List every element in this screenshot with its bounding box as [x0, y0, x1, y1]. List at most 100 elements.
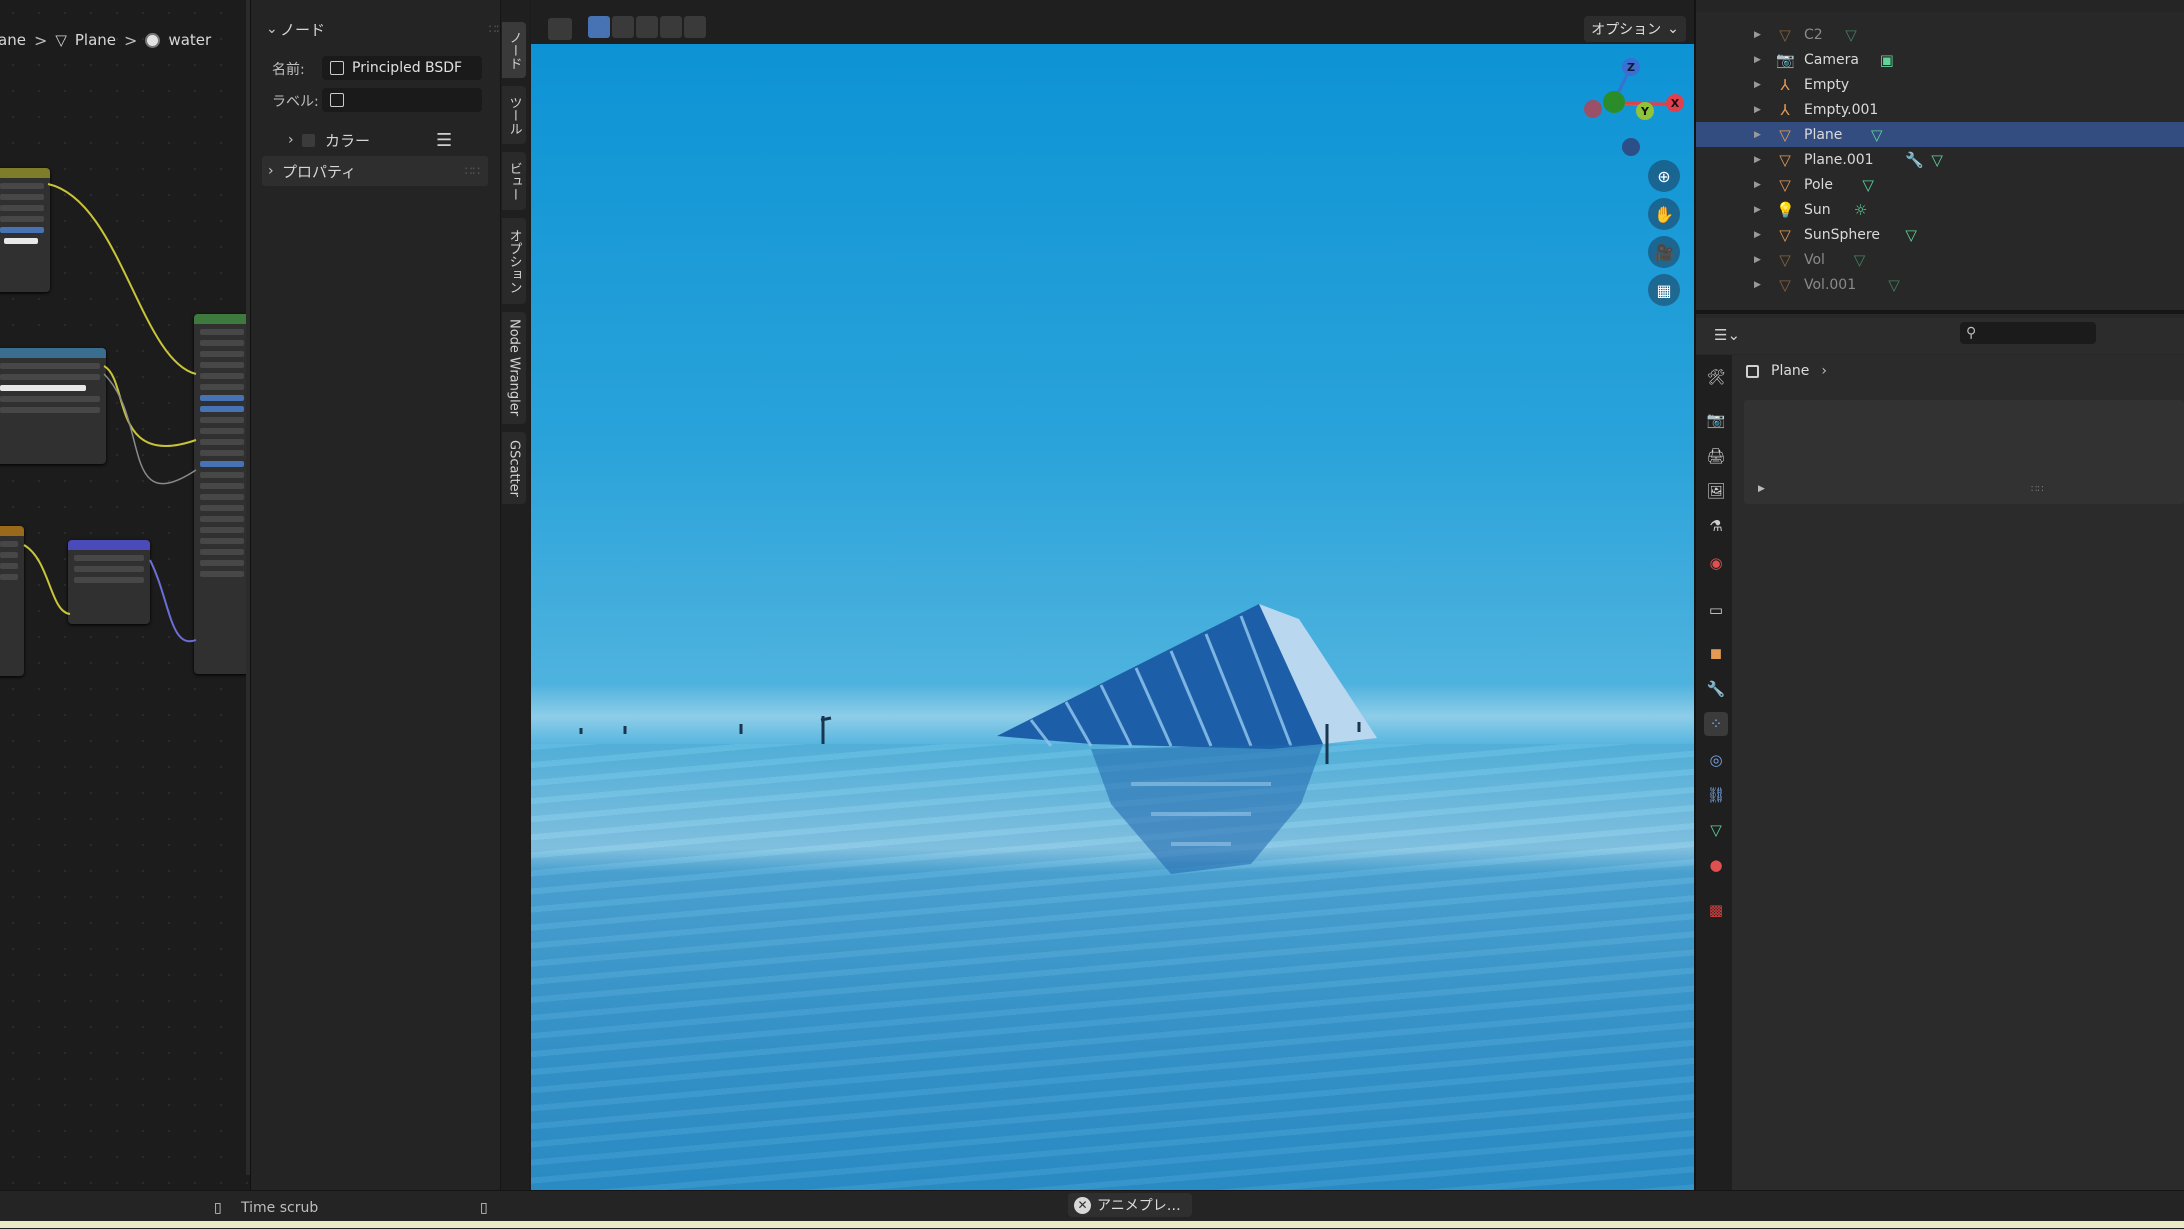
node-editor[interactable]: ane > ▽ Plane > water	[0, 0, 250, 1190]
select-extend-icon[interactable]	[612, 16, 634, 38]
sun-light-data-icon[interactable]: ☼	[1854, 201, 1867, 219]
chevron-right-icon: ›	[1821, 363, 1828, 379]
outliner-item-label: Empty	[1804, 76, 1850, 93]
mesh-data-icon[interactable]: ▽	[1845, 26, 1857, 44]
expand-triangle-icon[interactable]: ▶	[1754, 255, 1761, 265]
expand-triangle-icon[interactable]: ▶	[1754, 55, 1761, 65]
physics-icon[interactable]: ◎	[1704, 748, 1728, 772]
collection-icon[interactable]: ▭	[1704, 598, 1728, 622]
editor-type-icon[interactable]: ☰⌄	[1714, 326, 1740, 344]
viewport-render[interactable]	[531, 44, 1694, 1194]
outliner-item-label: SunSphere	[1804, 226, 1880, 243]
expand-triangle-icon[interactable]: ▶	[1754, 230, 1761, 240]
outliner-item[interactable]: ▶ ▽ Vol.001 ▽	[1696, 272, 2184, 297]
select-new-icon[interactable]	[588, 16, 610, 38]
chevron-right-icon: ›	[268, 163, 274, 179]
select-intersect-icon[interactable]	[684, 16, 706, 38]
tab-view[interactable]: ビュー	[502, 152, 526, 210]
expand-triangle-icon[interactable]: ▶	[1754, 105, 1761, 115]
texture-icon[interactable]: ▩	[1704, 898, 1728, 922]
gizmo-z-axis[interactable]: Z	[1622, 58, 1640, 76]
ortho-grid-icon[interactable]: ▦	[1648, 274, 1680, 306]
material-icon[interactable]: ●	[1704, 853, 1728, 877]
outliner-item[interactable]: ▶ ▽ C2 ▽	[1696, 22, 2184, 47]
outliner-item[interactable]: ▶ ▽ Pole ▽	[1696, 172, 2184, 197]
node-label-field[interactable]	[322, 88, 482, 112]
expand-triangle-icon[interactable]: ▶	[1754, 80, 1761, 90]
gizmo-neg-x-axis[interactable]	[1584, 100, 1602, 118]
constraints-icon[interactable]: ⛓	[1704, 783, 1728, 807]
mesh-data-icon[interactable]: ▽	[1854, 251, 1866, 269]
render-icon[interactable]: 📷	[1704, 408, 1728, 432]
properties-object-name[interactable]: Plane	[1771, 363, 1809, 379]
outliner-item[interactable]: ▶ 📷 Camera ▣	[1696, 47, 2184, 72]
properties-breadcrumb: Plane ›	[1746, 358, 1827, 384]
world-icon[interactable]: ◉	[1704, 551, 1728, 575]
tab-options[interactable]: オプション	[502, 218, 526, 304]
particle-systems-panel: ▶ ∷∷	[1744, 400, 2184, 504]
list-icon[interactable]: ☰	[436, 130, 452, 151]
resize-handle-icon[interactable]: ∷∷	[2031, 484, 2044, 495]
mesh-data-icon[interactable]: ▽	[1862, 176, 1874, 194]
modifier-wrench-icon[interactable]: 🔧	[1704, 677, 1728, 701]
node-name-field[interactable]: Principled BSDF	[322, 56, 482, 80]
mesh-triangle-icon: ▽	[1779, 25, 1791, 44]
outliner-item[interactable]: ▶ ⅄ Empty	[1696, 72, 2184, 97]
outliner-item[interactable]: ▶ ▽ Plane.001 🔧 ▽	[1696, 147, 2184, 172]
tool-icon[interactable]: 🛠	[1704, 365, 1728, 389]
navigation-gizmo[interactable]: Z Y X	[1584, 58, 1684, 160]
properties-section-label: プロパティ	[282, 162, 357, 181]
color-checkbox[interactable]	[302, 133, 315, 147]
cancel-job-icon[interactable]: ✕	[1074, 1196, 1091, 1214]
mesh-data-icon[interactable]: ▽	[1871, 126, 1883, 144]
zoom-icon[interactable]: ⊕	[1648, 160, 1680, 192]
gizmo-neg-y-axis[interactable]	[1603, 91, 1625, 113]
expand-triangle-icon[interactable]: ▶	[1758, 484, 1765, 494]
output-icon[interactable]: 🖨	[1704, 444, 1728, 468]
tab-tool[interactable]: ツール	[502, 86, 526, 144]
tab-node-wrangler[interactable]: Node Wrangler	[502, 312, 526, 424]
outliner-item[interactable]: ▶ ▽ SunSphere ▽	[1696, 222, 2184, 247]
outliner-item[interactable]: ▶ ▽ Vol ▽	[1696, 247, 2184, 272]
pan-hand-icon[interactable]: ✋	[1648, 198, 1680, 230]
gizmo-x-axis[interactable]: X	[1666, 94, 1684, 112]
animation-render-job[interactable]: ✕ アニメプレ…	[1068, 1193, 1192, 1217]
options-dropdown[interactable]: オプション ⌄	[1584, 16, 1686, 42]
tab-gscatter[interactable]: GScatter	[502, 432, 526, 504]
expand-triangle-icon[interactable]: ▶	[1754, 180, 1761, 190]
scene-icon[interactable]: ⚗	[1704, 514, 1728, 538]
expand-triangle-icon[interactable]: ▶	[1754, 155, 1761, 165]
tab-node[interactable]: ノード	[502, 22, 526, 78]
outliner-item-label: Sun	[1804, 201, 1831, 218]
select-subtract-icon[interactable]	[636, 16, 658, 38]
mesh-data-icon[interactable]: ▽	[1888, 276, 1900, 294]
outliner-item[interactable]: ▶ ⅄ Empty.001	[1696, 97, 2184, 122]
mesh-data-icon[interactable]: ▽	[1931, 151, 1943, 169]
drag-handle-icon[interactable]: ∷∷	[465, 164, 480, 178]
properties-search-input[interactable]: ⚲	[1960, 322, 2096, 344]
particles-icon[interactable]: ⁘	[1704, 712, 1728, 736]
expand-triangle-icon[interactable]: ▶	[1754, 205, 1761, 215]
gizmo-y-axis[interactable]: Y	[1636, 102, 1654, 120]
outliner-item[interactable]: ▶ 💡 Sun ☼	[1696, 197, 2184, 222]
modifier-wrench-icon[interactable]: 🔧	[1905, 151, 1924, 169]
expand-triangle-icon[interactable]: ▶	[1754, 30, 1761, 40]
expand-triangle-icon[interactable]: ▶	[1754, 280, 1761, 290]
outliner-item[interactable]: ▶ ▽ Plane ▽	[1696, 122, 2184, 147]
node-panel-header[interactable]: ⌄ ノード ∷∷	[266, 14, 504, 44]
select-tool-icon[interactable]	[548, 18, 572, 40]
camera-data-icon[interactable]: ▣	[1880, 51, 1894, 69]
mesh-data-icon[interactable]: ▽	[1905, 226, 1917, 244]
gizmo-neg-z-axis[interactable]	[1622, 138, 1640, 156]
color-section-header[interactable]: › カラー	[288, 125, 460, 155]
area-divider[interactable]	[1696, 310, 2184, 314]
object-data-icon[interactable]: ▽	[1704, 818, 1728, 842]
select-invert-icon[interactable]	[660, 16, 682, 38]
expand-triangle-icon[interactable]: ▶	[1754, 130, 1761, 140]
view-layer-icon[interactable]: 🖼	[1704, 479, 1728, 503]
properties-section-header[interactable]: › プロパティ ∷∷	[262, 156, 488, 186]
object-icon[interactable]: ◼	[1704, 641, 1728, 665]
camera-view-icon[interactable]: 🎥	[1648, 236, 1680, 268]
mesh-triangle-icon: ▽	[1779, 175, 1791, 194]
outliner-item-label: Camera	[1804, 51, 1859, 68]
